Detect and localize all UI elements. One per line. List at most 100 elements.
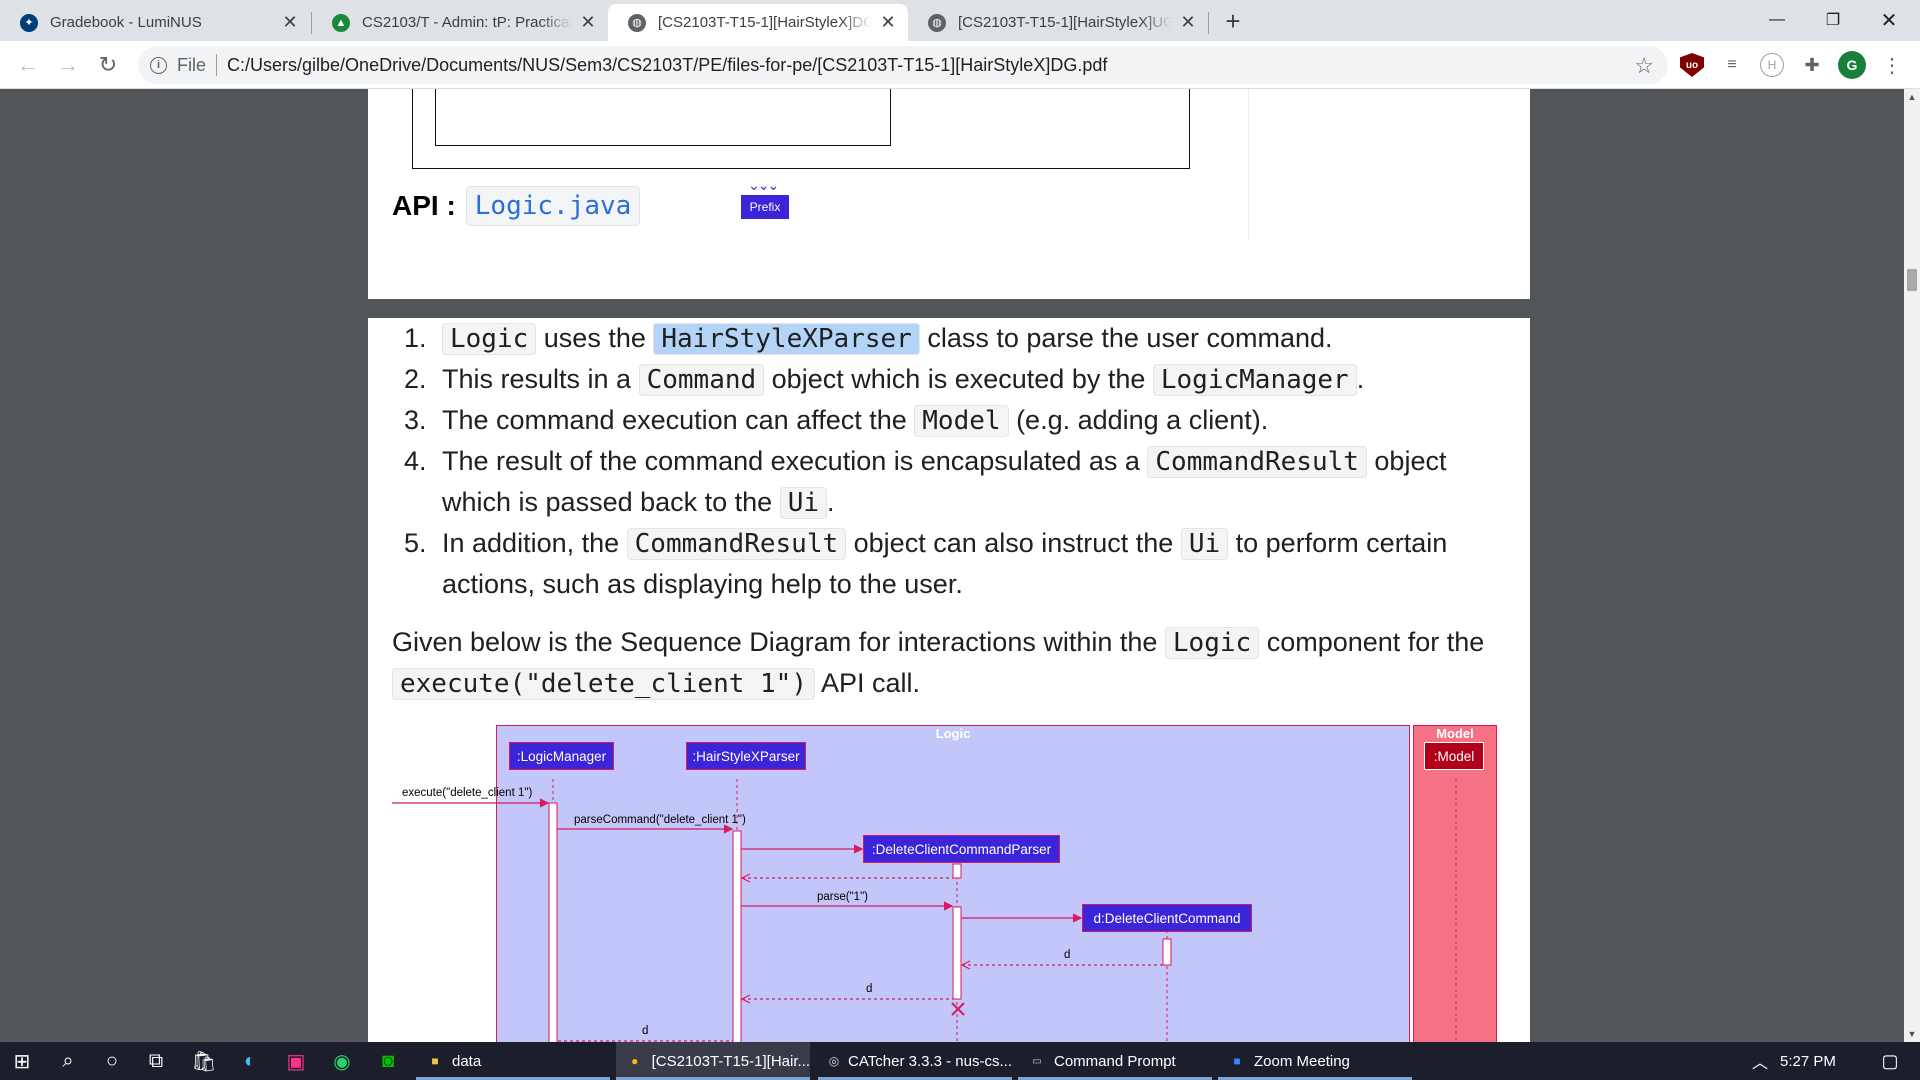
logic-steps-list: 1. Logic uses the HairStyleXParser class … (392, 318, 1512, 604)
return-d-label: d (1064, 949, 1071, 961)
step-number: 2. (404, 364, 427, 394)
taskbar-app-chrome[interactable]: ● [CS2103T-T15-1][Hair... (616, 1042, 810, 1080)
tab-admin-tp[interactable]: ▲ CS2103/T - Admin: tP: Practical E ✕ (312, 4, 608, 41)
task-view-icon[interactable]: ⧉ (134, 1042, 178, 1080)
chevron-up-icon[interactable]: ︿ (1738, 1042, 1782, 1080)
sequence-arrows (392, 779, 1457, 1042)
arrow-head (723, 824, 734, 834)
graduation-cap-icon: ▲ (332, 13, 350, 32)
divider (216, 54, 218, 76)
taskbar-app-cmd[interactable]: ▭ Command Prompt (1018, 1042, 1212, 1080)
msg-parse-command-label: parseCommand("delete_client 1") (574, 814, 746, 826)
taskbar-app-zoom[interactable]: ■ Zoom Meeting (1218, 1042, 1412, 1080)
tab-gradebook[interactable]: ✦ Gradebook - LumiNUS ✕ (0, 4, 310, 41)
restore-button[interactable]: ❐ (1805, 0, 1861, 40)
lifeline-box-dccp: :DeleteClientCommandParser (863, 835, 1060, 863)
tab-dg-pdf[interactable]: ◍ [CS2103T-T15-1][HairStyleX]DG.p ✕ (608, 4, 908, 41)
text-run: class to parse the user command. (919, 323, 1333, 353)
text-run: In addition, the (442, 528, 627, 558)
address-bar[interactable]: i File C:/Users/gilbe/OneDrive/Documents… (138, 46, 1668, 84)
chrome-icon: ● (631, 1054, 639, 1068)
inline-code: Ui (779, 487, 827, 519)
folder-icon: ■ (431, 1054, 439, 1068)
search-icon[interactable]: ⌕ (46, 1042, 90, 1080)
step-number: 3. (404, 405, 427, 435)
tab-ug-pdf[interactable]: ◍ [CS2103T-T15-1][HairStyleX]UG.p ✕ (908, 4, 1208, 41)
tab-title: CS2103/T - Admin: tP: Practical E (362, 14, 572, 31)
scroll-up-icon[interactable]: ▲ (1904, 89, 1920, 105)
inline-code: LogicManager (1152, 364, 1357, 396)
text-run: . (1356, 364, 1365, 394)
step-number: 1. (404, 323, 427, 353)
scroll-down-icon[interactable]: ▼ (1904, 1026, 1920, 1042)
step-number: 5. (404, 528, 427, 558)
pdf-viewer[interactable]: ⌄⌄⌄ Prefix API : Logic.java 1. Logic uses… (0, 89, 1920, 1042)
intellij-icon[interactable]: ▣ (274, 1042, 318, 1080)
lifeline-box-logic-manager: :LogicManager (509, 742, 614, 770)
minimize-button[interactable]: — (1749, 0, 1805, 40)
close-window-button[interactable]: ✕ (1861, 0, 1917, 40)
tab-title: Gradebook - LumiNUS (50, 14, 202, 31)
close-icon[interactable]: ✕ (280, 12, 300, 33)
cortana-icon[interactable]: ○ (90, 1042, 134, 1080)
close-icon[interactable]: ✕ (1178, 12, 1198, 33)
globe-icon: ◍ (928, 13, 946, 32)
step-item: 3. The command execution can affect the M… (392, 400, 1512, 441)
text-run: . (827, 487, 835, 517)
text-run: API call. (815, 668, 921, 698)
inline-code: Command (638, 364, 765, 396)
tab-separator (1208, 12, 1209, 34)
notifications-icon[interactable]: ▢ (1868, 1042, 1912, 1080)
store-icon[interactable]: 🛍 (182, 1042, 226, 1080)
taskbar-clock[interactable]: 5:27 PM (1780, 1042, 1836, 1080)
activation-dccp-2 (952, 906, 962, 1000)
url-text[interactable]: C:/Users/gilbe/OneDrive/Documents/NUS/Se… (227, 55, 1107, 76)
line-icon[interactable]: ◙ (366, 1042, 410, 1080)
return-d-label: d (642, 1025, 649, 1037)
luminus-icon: ✦ (20, 13, 38, 32)
info-icon[interactable]: i (150, 56, 167, 74)
step-item: 5. In addition, the CommandResult object … (392, 523, 1512, 604)
pdf-page-2: 1. Logic uses the HairStyleXParser class … (368, 318, 1530, 1042)
reload-button[interactable]: ↻ (92, 49, 124, 81)
activation-dcc (1162, 938, 1172, 966)
tab-title: [CS2103T-T15-1][HairStyleX]UG.p (958, 14, 1172, 31)
arrow-heads-icon: ⌄⌄⌄ (748, 177, 779, 193)
profile-avatar[interactable]: G (1838, 51, 1866, 79)
bookmark-star-icon[interactable]: ☆ (1634, 53, 1654, 79)
tab-strip: ✦ Gradebook - LumiNUS ✕ ▲ CS2103/T - Adm… (0, 0, 1920, 41)
api-link-logic-java[interactable]: Logic.java (465, 186, 641, 226)
text-run: This results in a (442, 364, 639, 394)
text-run: uses the (536, 323, 654, 353)
menu-kebab-icon[interactable]: ⋮ (1880, 53, 1904, 77)
taskbar-app-data[interactable]: ■ data (416, 1042, 610, 1080)
vertical-scrollbar[interactable]: ▲ ▼ (1904, 89, 1920, 1042)
whatsapp-icon[interactable]: ◉ (320, 1042, 364, 1080)
inline-code: Model (914, 405, 1009, 437)
step-item: 1. Logic uses the HairStyleXParser class … (392, 318, 1512, 359)
ublock-extension-icon[interactable]: uo (1680, 53, 1704, 77)
extension-h-icon[interactable]: H (1760, 53, 1784, 77)
scrollbar-thumb[interactable] (1907, 269, 1917, 291)
close-icon[interactable]: ✕ (578, 12, 598, 33)
text-run: Given below is the Sequence Diagram for … (392, 627, 1165, 657)
windows-start-icon[interactable]: ⊞ (0, 1042, 44, 1080)
text-run: (e.g. adding a client). (1008, 405, 1269, 435)
arrow-head (853, 844, 864, 854)
back-button[interactable]: ← (12, 49, 44, 81)
arrow-head (1072, 913, 1083, 923)
taskbar-app-catcher[interactable]: ◎ CATcher 3.3.3 - nus-cs... (818, 1042, 1012, 1080)
activation-logic-manager (548, 802, 558, 1042)
puzzle-extensions-icon[interactable]: ✚ (1800, 53, 1824, 77)
msg-execute-label: execute("delete_client 1") (402, 787, 533, 799)
taskbar-app-label: Command Prompt (1054, 1052, 1176, 1070)
msg-parse-label: parse("1") (817, 891, 868, 903)
close-icon[interactable]: ✕ (878, 12, 898, 33)
forward-button[interactable]: → (52, 49, 84, 81)
edge-icon[interactable]: ◐ (228, 1042, 272, 1080)
inline-code: CommandResult (626, 528, 847, 560)
new-tab-button[interactable]: + (1218, 6, 1248, 36)
reading-list-icon[interactable]: ≡ (1720, 53, 1744, 77)
api-label: API : (392, 190, 456, 221)
taskbar-app-label: [CS2103T-T15-1][Hair... (651, 1052, 810, 1070)
